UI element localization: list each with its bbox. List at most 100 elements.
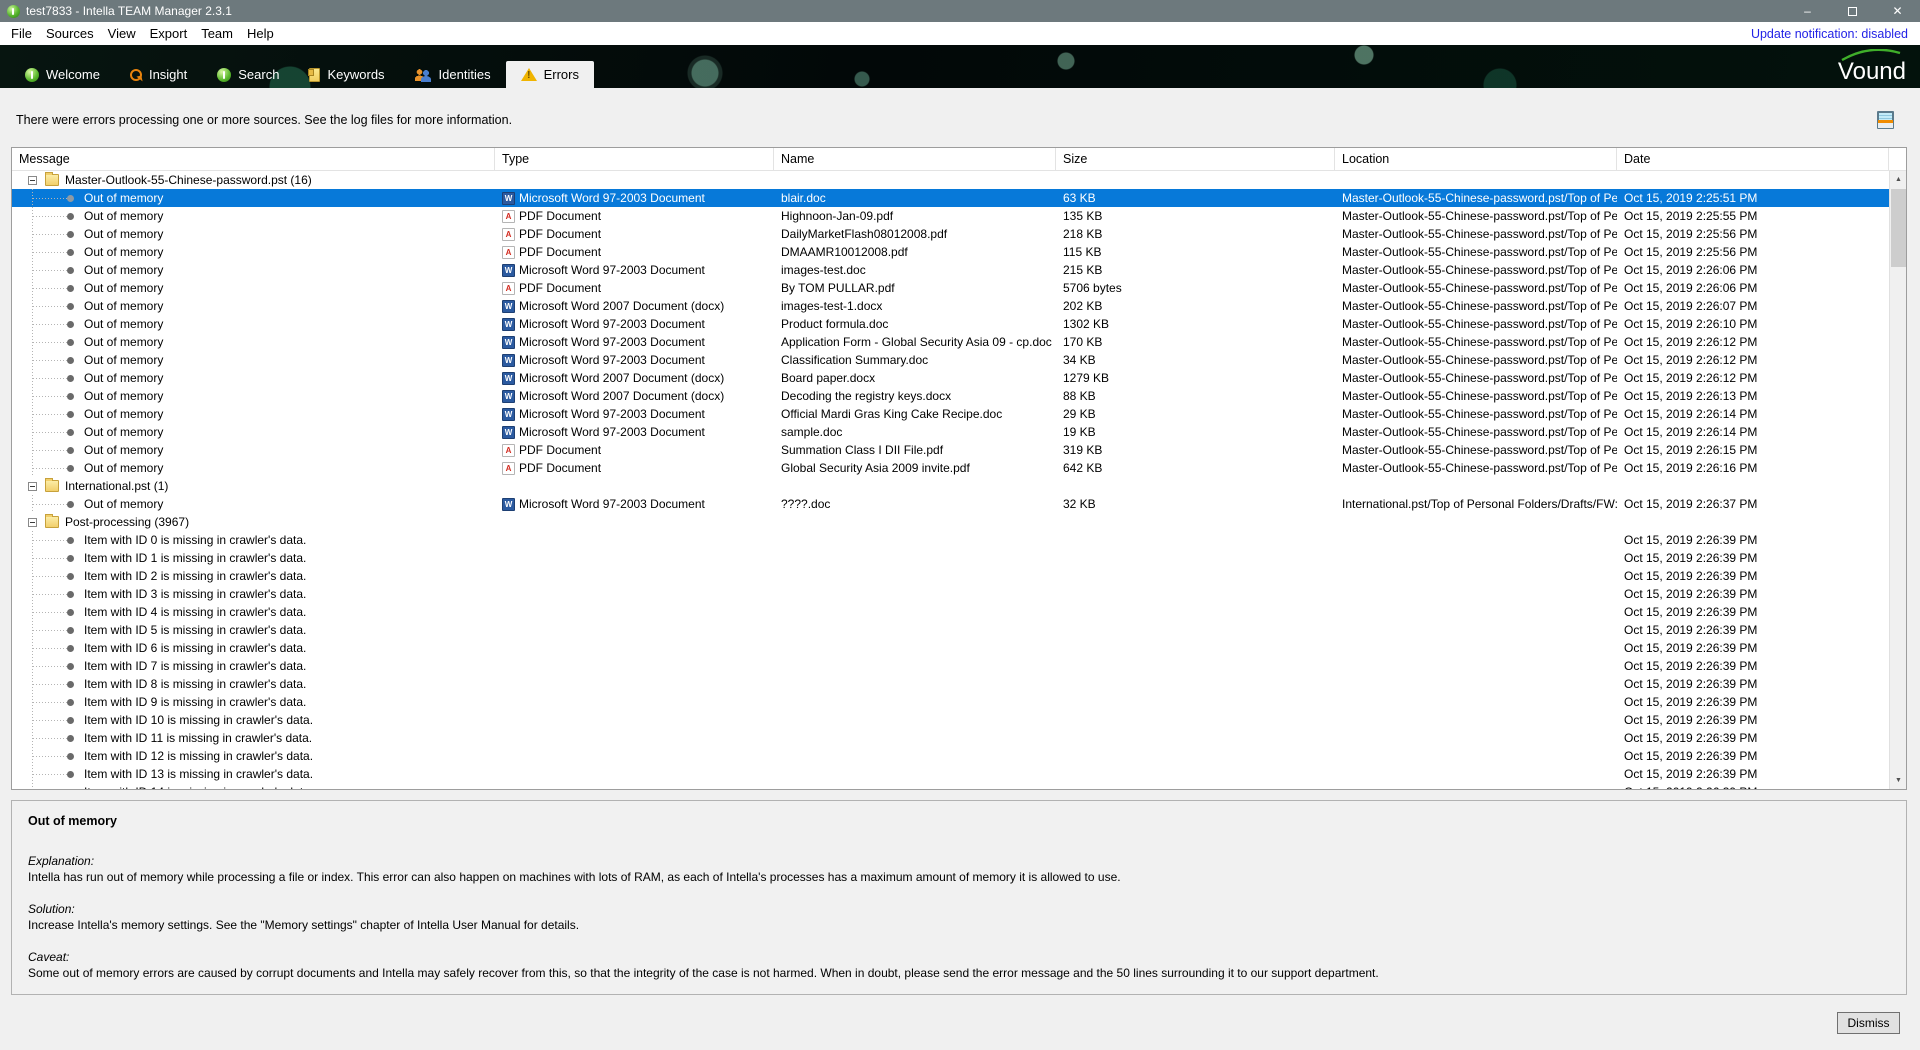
table-row[interactable]: Item with ID 1 is missing in crawler's d… [12, 549, 1889, 567]
menu-item-help[interactable]: Help [240, 22, 281, 45]
table-row[interactable]: Out of memoryAPDF DocumentDailyMarketFla… [12, 225, 1889, 243]
error-message-label: Item with ID 8 is missing in crawler's d… [84, 677, 306, 691]
cell-message: Out of memory [12, 315, 495, 333]
table-row[interactable]: Out of memoryWMicrosoft Word 2007 Docume… [12, 387, 1889, 405]
column-header-name[interactable]: Name [774, 148, 1056, 170]
cell-date-text: Oct 15, 2019 2:26:12 PM [1624, 335, 1757, 349]
vound-logo-swoosh-icon [1840, 49, 1902, 61]
word-file-icon: W [502, 354, 515, 367]
table-row[interactable]: Out of memoryAPDF DocumentGlobal Securit… [12, 459, 1889, 477]
tab-identities[interactable]: Identities [400, 61, 506, 88]
table-row[interactable]: Out of memoryWMicrosoft Word 97-2003 Doc… [12, 189, 1889, 207]
table-row[interactable]: Out of memoryAPDF DocumentSummation Clas… [12, 441, 1889, 459]
cell-type [495, 729, 774, 747]
cell-name-text: blair.doc [781, 191, 826, 205]
collapse-expander-icon[interactable] [28, 518, 37, 527]
scroll-up-icon[interactable]: ▲ [1890, 171, 1907, 188]
menu-item-sources[interactable]: Sources [39, 22, 101, 45]
table-row[interactable]: Out of memoryWMicrosoft Word 2007 Docume… [12, 369, 1889, 387]
bullet-icon [67, 195, 74, 202]
cell-type: APDF Document [495, 441, 774, 459]
collapse-expander-icon[interactable] [28, 482, 37, 491]
table-row[interactable]: Out of memoryWMicrosoft Word 97-2003 Doc… [12, 315, 1889, 333]
table-row[interactable]: Item with ID 3 is missing in crawler's d… [12, 585, 1889, 603]
table-row[interactable]: Item with ID 11 is missing in crawler's … [12, 729, 1889, 747]
cell-date: Oct 15, 2019 2:26:06 PM [1617, 261, 1889, 279]
cell-location [1335, 783, 1617, 789]
cell-size [1056, 639, 1335, 657]
cell-date: Oct 15, 2019 2:26:12 PM [1617, 351, 1889, 369]
cell-size: 29 KB [1056, 405, 1335, 423]
table-row[interactable]: Item with ID 6 is missing in crawler's d… [12, 639, 1889, 657]
error-message-label: Item with ID 2 is missing in crawler's d… [84, 569, 306, 583]
maximize-button[interactable] [1830, 0, 1875, 22]
table-row[interactable]: Item with ID 13 is missing in crawler's … [12, 765, 1889, 783]
cell-size [1056, 693, 1335, 711]
table-row[interactable]: Item with ID 10 is missing in crawler's … [12, 711, 1889, 729]
tab-welcome[interactable]: Welcome [10, 61, 115, 88]
collapse-expander-icon[interactable] [28, 176, 37, 185]
table-group-row[interactable]: Post-processing (3967) [12, 513, 1889, 531]
table-row[interactable]: Item with ID 9 is missing in crawler's d… [12, 693, 1889, 711]
tab-insight[interactable]: Insight [115, 61, 202, 88]
table-row[interactable]: Item with ID 5 is missing in crawler's d… [12, 621, 1889, 639]
scrollbar-thumb[interactable] [1891, 189, 1906, 267]
column-header-location[interactable]: Location [1335, 148, 1617, 170]
table-row[interactable]: Out of memoryWMicrosoft Word 2007 Docume… [12, 297, 1889, 315]
menu-item-team[interactable]: Team [194, 22, 240, 45]
table-row[interactable]: Out of memoryAPDF DocumentBy TOM PULLAR.… [12, 279, 1889, 297]
tab-keywords[interactable]: Keywords [294, 61, 399, 88]
update-notification-link[interactable]: Update notification: disabled [1751, 22, 1908, 45]
cell-name [774, 171, 1056, 189]
tab-search[interactable]: Search [202, 61, 294, 88]
table-group-row[interactable]: International.pst (1) [12, 477, 1889, 495]
save-icon[interactable] [1877, 111, 1894, 129]
table-row[interactable]: Out of memoryAPDF DocumentHighnoon-Jan-0… [12, 207, 1889, 225]
table-row[interactable]: Item with ID 14 is missing in crawler's … [12, 783, 1889, 789]
cell-date-text: Oct 15, 2019 2:26:12 PM [1624, 371, 1757, 385]
column-header-size[interactable]: Size [1056, 148, 1335, 170]
vertical-scrollbar[interactable]: ▲ ▼ [1889, 171, 1906, 789]
column-header-message[interactable]: Message [12, 148, 495, 170]
cell-location-text: Master-Outlook-55-Chinese-password.pst/T… [1342, 317, 1617, 331]
table-row[interactable]: Out of memoryAPDF DocumentDMAAMR10012008… [12, 243, 1889, 261]
cell-size-text: 218 KB [1063, 227, 1102, 241]
table-row[interactable]: Out of memoryWMicrosoft Word 97-2003 Doc… [12, 495, 1889, 513]
table-row[interactable]: Item with ID 2 is missing in crawler's d… [12, 567, 1889, 585]
close-button[interactable]: ✕ [1875, 0, 1920, 22]
table-row[interactable]: Item with ID 0 is missing in crawler's d… [12, 531, 1889, 549]
table-row[interactable]: Item with ID 4 is missing in crawler's d… [12, 603, 1889, 621]
column-header-date[interactable]: Date [1617, 148, 1889, 170]
cell-size [1056, 765, 1335, 783]
table-row[interactable]: Item with ID 8 is missing in crawler's d… [12, 675, 1889, 693]
cell-size: 88 KB [1056, 387, 1335, 405]
table-row[interactable]: Out of memoryWMicrosoft Word 97-2003 Doc… [12, 423, 1889, 441]
table-row[interactable]: Item with ID 7 is missing in crawler's d… [12, 657, 1889, 675]
pdf-file-icon: A [502, 210, 515, 223]
bullet-icon [67, 771, 74, 778]
menu-item-view[interactable]: View [101, 22, 143, 45]
minimize-button[interactable]: – [1785, 0, 1830, 22]
cell-date: Oct 15, 2019 2:25:56 PM [1617, 225, 1889, 243]
table-row[interactable]: Out of memoryWMicrosoft Word 97-2003 Doc… [12, 405, 1889, 423]
cell-date [1617, 171, 1889, 189]
cell-name [774, 549, 1056, 567]
menu-item-file[interactable]: File [4, 22, 39, 45]
dismiss-button[interactable]: Dismiss [1837, 1012, 1900, 1034]
table-row[interactable]: Out of memoryWMicrosoft Word 97-2003 Doc… [12, 351, 1889, 369]
bullet-icon [67, 735, 74, 742]
cell-type-text: Microsoft Word 97-2003 Document [519, 497, 705, 511]
detail-explanation-label: Explanation: [28, 854, 1890, 868]
table-group-row[interactable]: Master-Outlook-55-Chinese-password.pst (… [12, 171, 1889, 189]
table-row[interactable]: Item with ID 12 is missing in crawler's … [12, 747, 1889, 765]
scroll-down-icon[interactable]: ▼ [1890, 772, 1907, 789]
menu-bar: FileSourcesViewExportTeamHelp Update noti… [0, 22, 1920, 45]
tab-errors[interactable]: Errors [506, 61, 594, 88]
cell-location-text: Master-Outlook-55-Chinese-password.pst/T… [1342, 443, 1617, 457]
menu-item-export[interactable]: Export [143, 22, 195, 45]
table-row[interactable]: Out of memoryWMicrosoft Word 97-2003 Doc… [12, 333, 1889, 351]
cell-size: 5706 bytes [1056, 279, 1335, 297]
table-row[interactable]: Out of memoryWMicrosoft Word 97-2003 Doc… [12, 261, 1889, 279]
column-header-type[interactable]: Type [495, 148, 774, 170]
cell-date-text: Oct 15, 2019 2:26:06 PM [1624, 263, 1757, 277]
